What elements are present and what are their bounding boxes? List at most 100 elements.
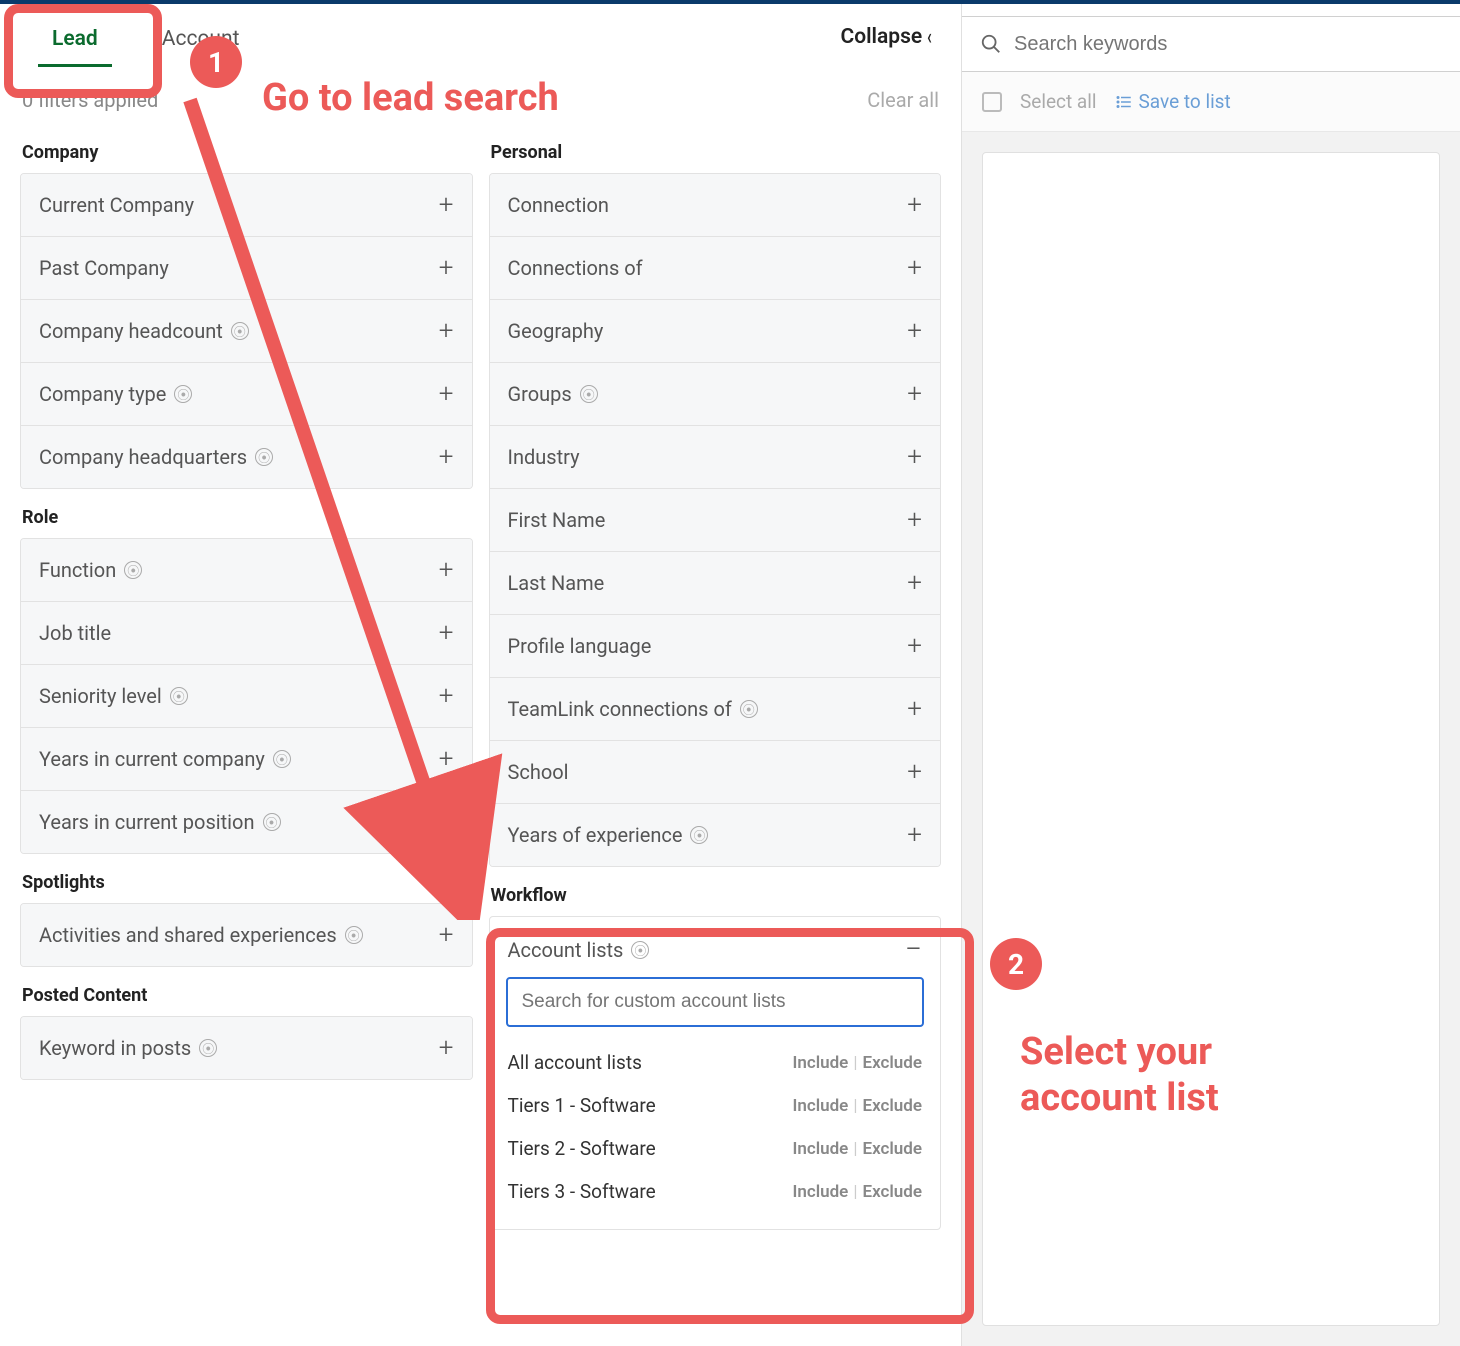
filter-industry[interactable]: Industry+ — [490, 426, 941, 489]
workflow-account-lists-panel: Account lists⦿ − All account lists Inclu… — [489, 916, 942, 1230]
info-icon: ⦿ — [199, 1039, 217, 1057]
info-icon: ⦿ — [690, 826, 708, 844]
include-button[interactable]: Include — [792, 1139, 848, 1159]
filter-col-left: Company Current Company+ Past Company+ C… — [20, 142, 473, 1230]
plus-icon: + — [439, 683, 454, 709]
plus-icon: + — [439, 444, 454, 470]
chevron-left-icon: ‹ — [927, 25, 932, 50]
filter-company-type[interactable]: Company type⦿+ — [21, 363, 472, 426]
plus-icon: + — [907, 444, 922, 470]
plus-icon: + — [439, 809, 454, 835]
filter-company-hq[interactable]: Company headquarters⦿+ — [21, 426, 472, 488]
info-icon: ⦿ — [231, 322, 249, 340]
tab-lead-label: Lead — [52, 27, 98, 51]
results-card — [982, 152, 1440, 1326]
filter-connection[interactable]: Connection+ — [490, 174, 941, 237]
plus-icon: + — [439, 1035, 454, 1061]
include-button[interactable]: Include — [792, 1053, 848, 1073]
account-lists-search-input[interactable] — [506, 977, 925, 1027]
save-to-list-button[interactable]: Save to list — [1115, 90, 1231, 113]
heading-personal: Personal — [491, 142, 942, 163]
filter-company-headcount[interactable]: Company headcount⦿+ — [21, 300, 472, 363]
collapse-button[interactable]: Collapse ‹ — [840, 25, 941, 50]
list-item[interactable]: Tiers 2 - Software Include|Exclude — [508, 1127, 923, 1170]
filter-years-experience[interactable]: Years of experience⦿+ — [490, 804, 941, 866]
plus-icon: + — [907, 192, 922, 218]
tab-lead[interactable]: Lead — [20, 7, 130, 67]
select-all-checkbox[interactable] — [982, 92, 1002, 112]
include-button[interactable]: Include — [792, 1096, 848, 1116]
group-role: Function⦿+ Job title+ Seniority level⦿+ … — [20, 538, 473, 854]
plus-icon: + — [907, 255, 922, 281]
search-icon — [980, 33, 1002, 55]
filter-first-name[interactable]: First Name+ — [490, 489, 941, 552]
heading-company: Company — [22, 142, 473, 163]
keyword-search-input[interactable] — [1014, 33, 1442, 56]
account-lists-options: All account lists Include|Exclude Tiers … — [490, 1041, 941, 1229]
select-all-label: Select all — [1020, 90, 1097, 113]
filters-applied-count: 0 filters applied — [22, 88, 158, 112]
exclude-button[interactable]: Exclude — [862, 1182, 922, 1202]
filter-profile-language[interactable]: Profile language+ — [490, 615, 941, 678]
results-pane: Select all Save to list — [962, 4, 1460, 1346]
info-icon: ⦿ — [345, 926, 363, 944]
collapse-label: Collapse — [840, 25, 922, 49]
filter-years-current-company[interactable]: Years in current company⦿+ — [21, 728, 472, 791]
group-posted: Keyword in posts⦿+ — [20, 1016, 473, 1080]
plus-icon: + — [907, 507, 922, 533]
heading-posted: Posted Content — [22, 985, 473, 1006]
plus-icon: + — [439, 557, 454, 583]
filter-activities[interactable]: Activities and shared experiences⦿+ — [21, 904, 472, 966]
plus-icon: + — [439, 318, 454, 344]
list-item[interactable]: Tiers 3 - Software Include|Exclude — [508, 1170, 923, 1213]
group-spotlights: Activities and shared experiences⦿+ — [20, 903, 473, 967]
info-icon: ⦿ — [170, 687, 188, 705]
plus-icon: + — [907, 696, 922, 722]
results-area — [962, 132, 1460, 1346]
exclude-button[interactable]: Exclude — [862, 1096, 922, 1116]
filter-current-company[interactable]: Current Company+ — [21, 174, 472, 237]
group-company: Current Company+ Past Company+ Company h… — [20, 173, 473, 489]
tabs-row: Lead Account Collapse ‹ — [0, 4, 961, 70]
info-icon: ⦿ — [273, 750, 291, 768]
plus-icon: + — [907, 633, 922, 659]
list-item[interactable]: All account lists Include|Exclude — [508, 1041, 923, 1084]
tab-account-label: Account — [162, 27, 240, 51]
filter-col-right: Personal Connection+ Connections of+ Geo… — [489, 142, 942, 1230]
filter-past-company[interactable]: Past Company+ — [21, 237, 472, 300]
filter-seniority[interactable]: Seniority level⦿+ — [21, 665, 472, 728]
info-icon: ⦿ — [631, 941, 649, 959]
clear-all-button[interactable]: Clear all — [867, 88, 939, 112]
filters-summary-row: 0 filters applied Clear all — [0, 70, 961, 122]
plus-icon: + — [439, 922, 454, 948]
info-icon: ⦿ — [255, 448, 273, 466]
filter-job-title[interactable]: Job title+ — [21, 602, 472, 665]
keyword-search-bar — [962, 16, 1460, 72]
filter-teamlink[interactable]: TeamLink connections of⦿+ — [490, 678, 941, 741]
group-personal: Connection+ Connections of+ Geography+ G… — [489, 173, 942, 867]
filter-connections-of[interactable]: Connections of+ — [490, 237, 941, 300]
exclude-button[interactable]: Exclude — [862, 1053, 922, 1073]
filter-years-current-position[interactable]: Years in current position⦿+ — [21, 791, 472, 853]
include-button[interactable]: Include — [792, 1182, 848, 1202]
plus-icon: + — [439, 620, 454, 646]
info-icon: ⦿ — [263, 813, 281, 831]
filter-school[interactable]: School+ — [490, 741, 941, 804]
exclude-button[interactable]: Exclude — [862, 1139, 922, 1159]
info-icon: ⦿ — [174, 385, 192, 403]
info-icon: ⦿ — [740, 700, 758, 718]
minus-icon: − — [905, 935, 922, 965]
filters-panel: Lead Account Collapse ‹ 0 filters applie… — [0, 4, 962, 1346]
plus-icon: + — [907, 759, 922, 785]
filter-geography[interactable]: Geography+ — [490, 300, 941, 363]
tab-account[interactable]: Account — [130, 7, 272, 67]
filter-groups[interactable]: Groups⦿+ — [490, 363, 941, 426]
info-icon: ⦿ — [580, 385, 598, 403]
list-item[interactable]: Tiers 1 - Software Include|Exclude — [508, 1084, 923, 1127]
filter-function[interactable]: Function⦿+ — [21, 539, 472, 602]
filter-keyword-posts[interactable]: Keyword in posts⦿+ — [21, 1017, 472, 1079]
plus-icon: + — [907, 318, 922, 344]
plus-icon: + — [439, 746, 454, 772]
filter-last-name[interactable]: Last Name+ — [490, 552, 941, 615]
filter-account-lists[interactable]: Account lists⦿ − — [490, 917, 941, 977]
